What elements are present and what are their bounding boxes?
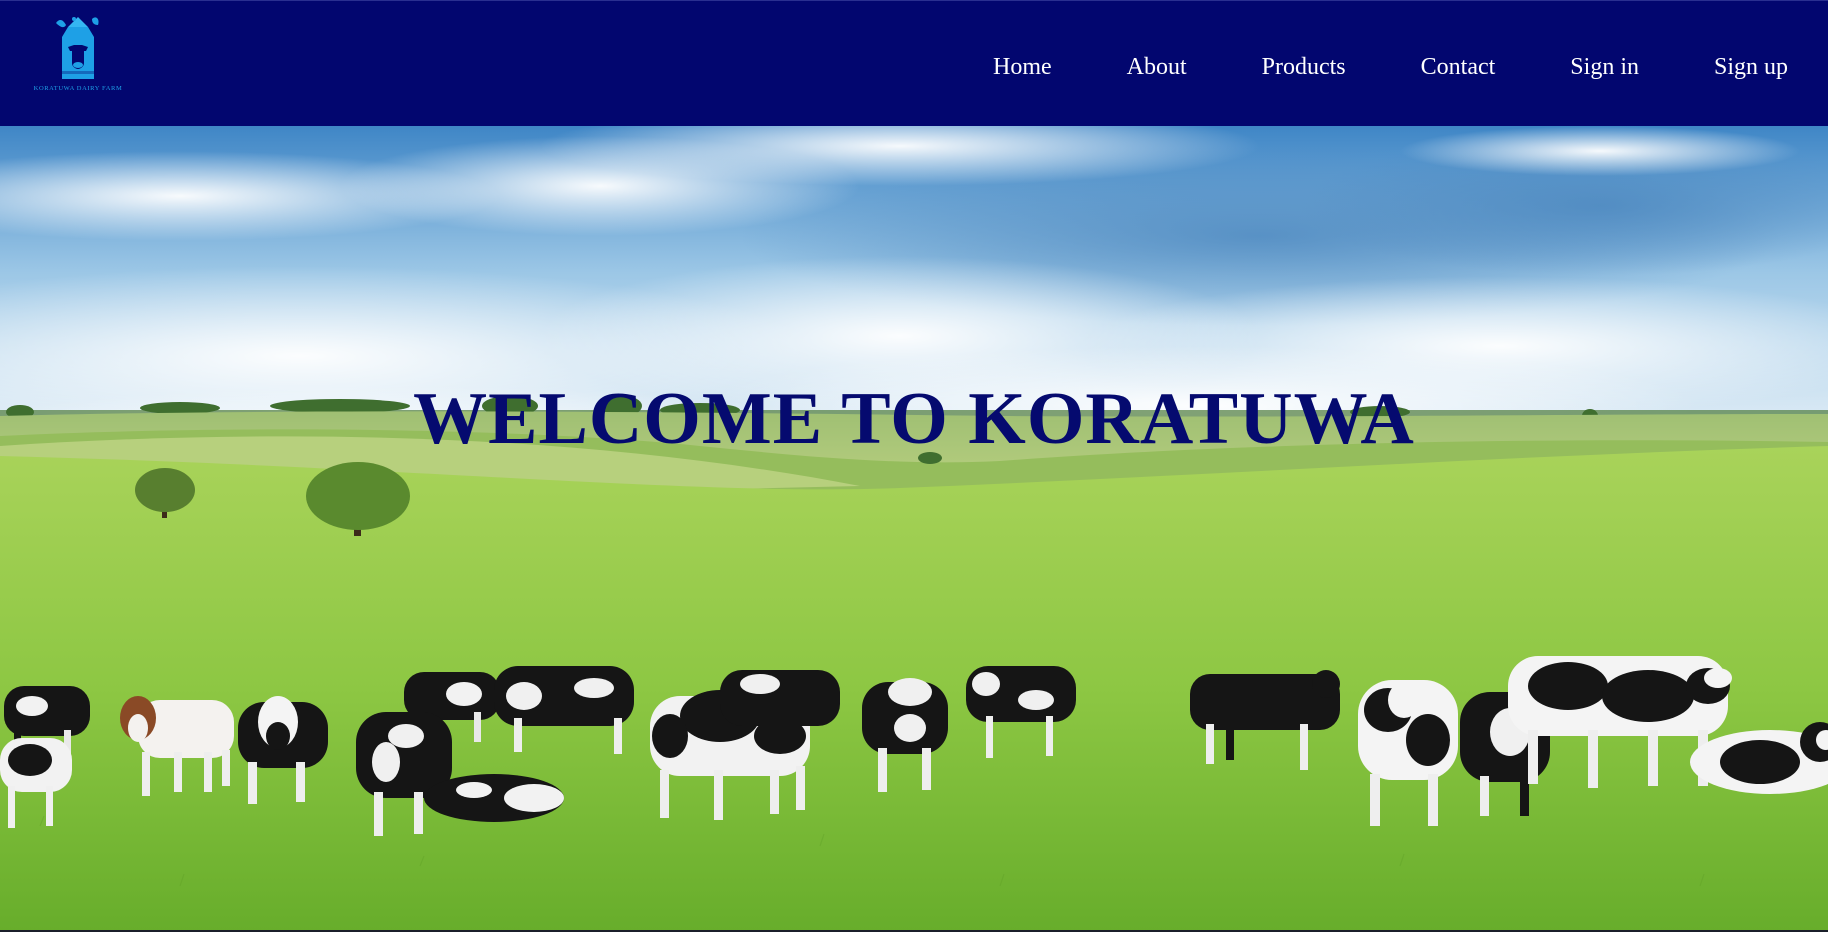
- nav-products-link[interactable]: Products: [1262, 53, 1346, 81]
- site-header: KORATUWA DAIRY FARM Home About Products …: [0, 0, 1828, 126]
- brand-name: KORATUWA DAIRY FARM: [33, 85, 123, 92]
- nav-sign-up-link[interactable]: Sign up: [1714, 53, 1788, 81]
- nav-contact-link[interactable]: Contact: [1421, 53, 1496, 81]
- brand-logo[interactable]: KORATUWA DAIRY FARM: [30, 15, 126, 97]
- hero-title: WELCOME TO KORATUWA: [413, 378, 1415, 460]
- nav-home-link[interactable]: Home: [993, 53, 1052, 81]
- hero-background-image: [0, 126, 1828, 932]
- hero-section: WELCOME TO KORATUWA: [0, 126, 1828, 932]
- nav-sign-in-link[interactable]: Sign in: [1570, 53, 1639, 81]
- milk-carton-cow-icon: [56, 17, 99, 79]
- nav-about-link[interactable]: About: [1127, 53, 1187, 81]
- main-nav: Home About Products Contact Sign in Sign…: [918, 53, 1788, 81]
- page: KORATUWA DAIRY FARM Home About Products …: [0, 0, 1828, 932]
